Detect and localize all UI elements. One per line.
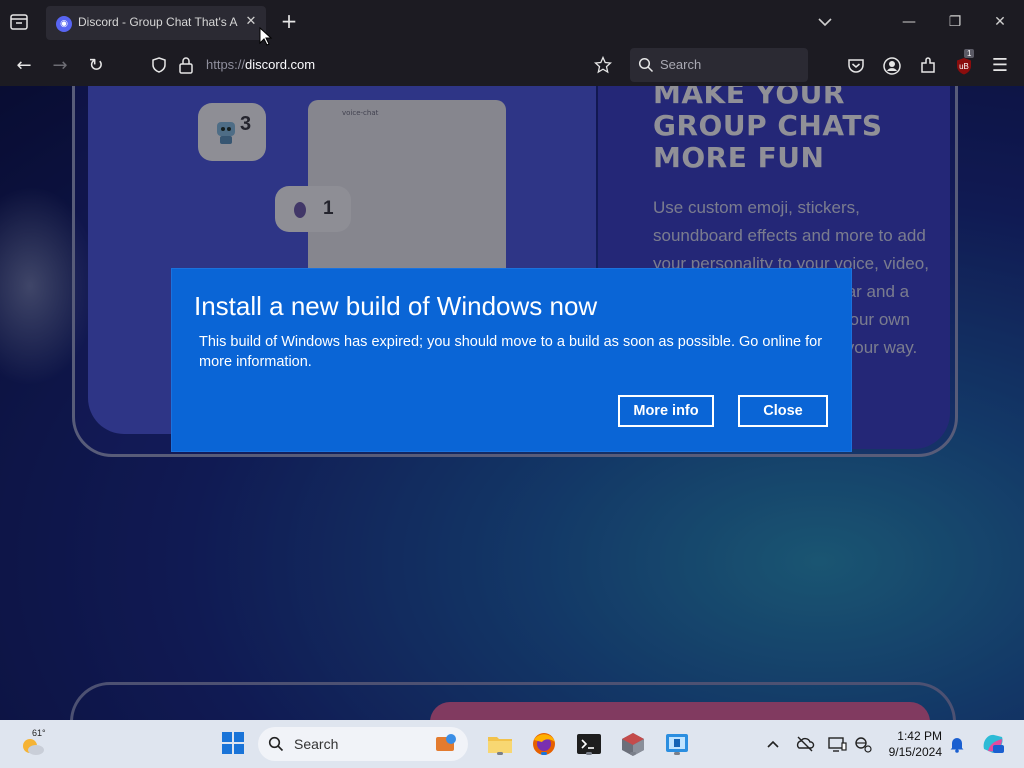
system-clock[interactable]: 1:42 PM 9/15/2024 [880,728,942,760]
back-button[interactable]: ← [12,54,36,78]
pocket-icon[interactable] [844,54,868,78]
running-indicator [586,752,592,755]
extension-badge: 1 [964,49,975,58]
file-explorer-icon[interactable] [486,730,514,758]
dialog-title: Install a new build of Windows now [194,291,598,321]
taskbar-search-placeholder: Search [294,736,339,752]
tracking-protection-shield-icon[interactable] [150,56,168,74]
close-window-button[interactable]: ✕ [988,10,1012,34]
restore-button[interactable]: ❐ [943,10,967,34]
reload-button[interactable]: ↻ [84,54,108,78]
hamburger-menu-icon[interactable]: ☰ [988,54,1012,78]
copilot-icon[interactable] [980,731,1006,757]
taskbar-search-input[interactable]: Search [258,727,468,761]
weather-widget[interactable]: 61° [20,728,60,760]
app-cube-icon[interactable] [619,730,647,758]
lock-icon[interactable] [178,56,194,74]
weather-temp: 61° [32,728,46,738]
mouse-cursor [259,26,273,47]
search-icon [268,736,284,752]
running-indicator [497,752,503,755]
clock-date: 9/15/2024 [888,745,942,759]
more-info-button[interactable]: More info [618,395,714,427]
firefox-icon[interactable] [530,730,558,758]
tab-discord[interactable]: ◉ Discord - Group Chat That's All Fun & … [46,6,266,40]
terminal-icon[interactable] [575,730,603,758]
tab-bar: ◉ Discord - Group Chat That's All Fun & … [0,0,1024,44]
search-input[interactable]: Search [630,48,808,82]
url-domain: discord.com [245,57,316,72]
tab-title: Discord - Group Chat That's All Fun & Ga… [78,15,238,29]
search-highlight-icon [436,734,456,751]
navigation-toolbar: ← → ↻ https://discord.com Search uB 1 ☰ [0,44,1024,87]
start-icon[interactable] [220,730,248,758]
forward-button[interactable]: → [48,54,72,78]
onedrive-offline-icon[interactable] [795,734,815,754]
ublock-extension-icon[interactable]: uB 1 [952,49,976,78]
svg-text:uB: uB [959,62,969,71]
display-icon[interactable] [827,734,847,754]
chevron-down-icon[interactable] [814,11,836,33]
clock-time: 1:42 PM [897,729,942,743]
close-tab-icon[interactable]: ✕ [242,13,260,31]
running-indicator [674,752,680,755]
search-icon [638,57,654,73]
url-scheme: https:// [206,57,246,72]
new-tab-button[interactable]: + [278,11,300,33]
windows-expired-dialog: Install a new build of Windows now This … [172,269,851,451]
extensions-icon[interactable] [916,54,940,78]
minimize-button[interactable]: — [897,10,921,34]
address-bar[interactable]: https://discord.com [142,48,624,82]
network-icon[interactable] [853,734,873,754]
search-placeholder: Search [660,57,702,72]
account-icon[interactable] [880,54,904,78]
close-button[interactable]: Close [738,395,828,427]
running-indicator [630,752,636,755]
running-indicator [541,752,547,755]
notification-bell-icon[interactable] [947,734,967,754]
dialog-message: This build of Windows has expired; you s… [199,334,823,370]
list-all-tabs-icon[interactable] [8,11,30,33]
taskbar: 61° Search 1:42 PM 9/15/2024 [0,720,1024,768]
discord-favicon-icon: ◉ [56,16,72,32]
url-text[interactable]: https://discord.com [206,57,315,72]
remote-desktop-icon[interactable] [663,730,691,758]
chevron-up-icon[interactable] [763,734,783,754]
bookmark-star-icon[interactable] [594,56,612,74]
